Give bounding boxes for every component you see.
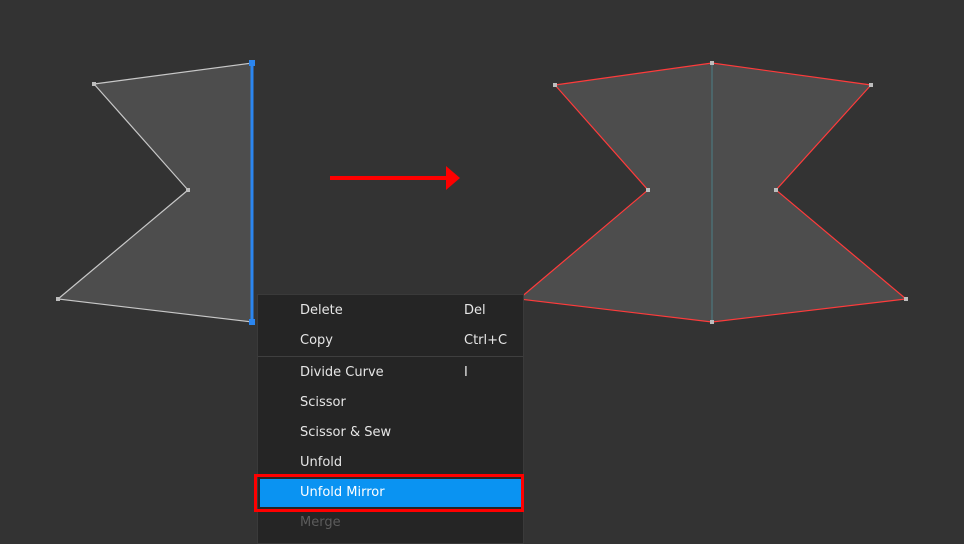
selected-edge-handle-bottom[interactable]: [249, 319, 255, 325]
menu-item-label: Divide Curve: [300, 365, 384, 380]
vertex-point[interactable]: [92, 82, 96, 86]
menu-item-label: Scissor & Sew: [300, 425, 392, 440]
vertex-point[interactable]: [710, 320, 714, 324]
right-pattern-piece[interactable]: [517, 61, 908, 324]
menu-item-scissor[interactable]: Scissor: [258, 389, 523, 417]
menu-item-shortcut: Del: [464, 303, 486, 318]
menu-item-unfold[interactable]: Unfold: [258, 449, 523, 477]
menu-item-label: Unfold Mirror: [300, 485, 385, 500]
selected-edge-handle-top[interactable]: [249, 60, 255, 66]
pattern-canvas[interactable]: Delete Del Copy Ctrl+C Divide Curve I Sc…: [0, 0, 964, 544]
vertex-point[interactable]: [774, 188, 778, 192]
vertex-point[interactable]: [869, 83, 873, 87]
menu-item-label: Copy: [300, 333, 333, 348]
menu-item-shortcut: I: [464, 365, 468, 380]
menu-item-unfold-mirror[interactable]: Unfold Mirror: [260, 479, 521, 507]
menu-item-label: Merge: [300, 515, 341, 530]
menu-item-label: Scissor: [300, 395, 346, 410]
vertex-point[interactable]: [646, 188, 650, 192]
menu-separator: [258, 356, 523, 357]
vertex-point[interactable]: [56, 297, 60, 301]
menu-item-label: Unfold: [300, 455, 343, 470]
menu-item-delete[interactable]: Delete Del: [258, 297, 523, 325]
menu-item-copy[interactable]: Copy Ctrl+C: [258, 327, 523, 355]
left-piece-fill[interactable]: [56, 62, 253, 323]
menu-item-scissor-sew[interactable]: Scissor & Sew: [258, 419, 523, 447]
vertex-point[interactable]: [553, 83, 557, 87]
vertex-point[interactable]: [186, 188, 190, 192]
menu-item-label: Delete: [300, 303, 343, 318]
arrow-right-icon: [330, 166, 460, 190]
menu-item-shortcut: Ctrl+C: [464, 333, 508, 348]
menu-item-divide-curve[interactable]: Divide Curve I: [258, 359, 523, 387]
left-pattern-piece[interactable]: [56, 60, 255, 325]
context-menu: Delete Del Copy Ctrl+C Divide Curve I Sc…: [257, 294, 524, 544]
vertex-point[interactable]: [710, 61, 714, 65]
vertex-point[interactable]: [904, 297, 908, 301]
menu-item-merge: Merge: [258, 509, 523, 537]
